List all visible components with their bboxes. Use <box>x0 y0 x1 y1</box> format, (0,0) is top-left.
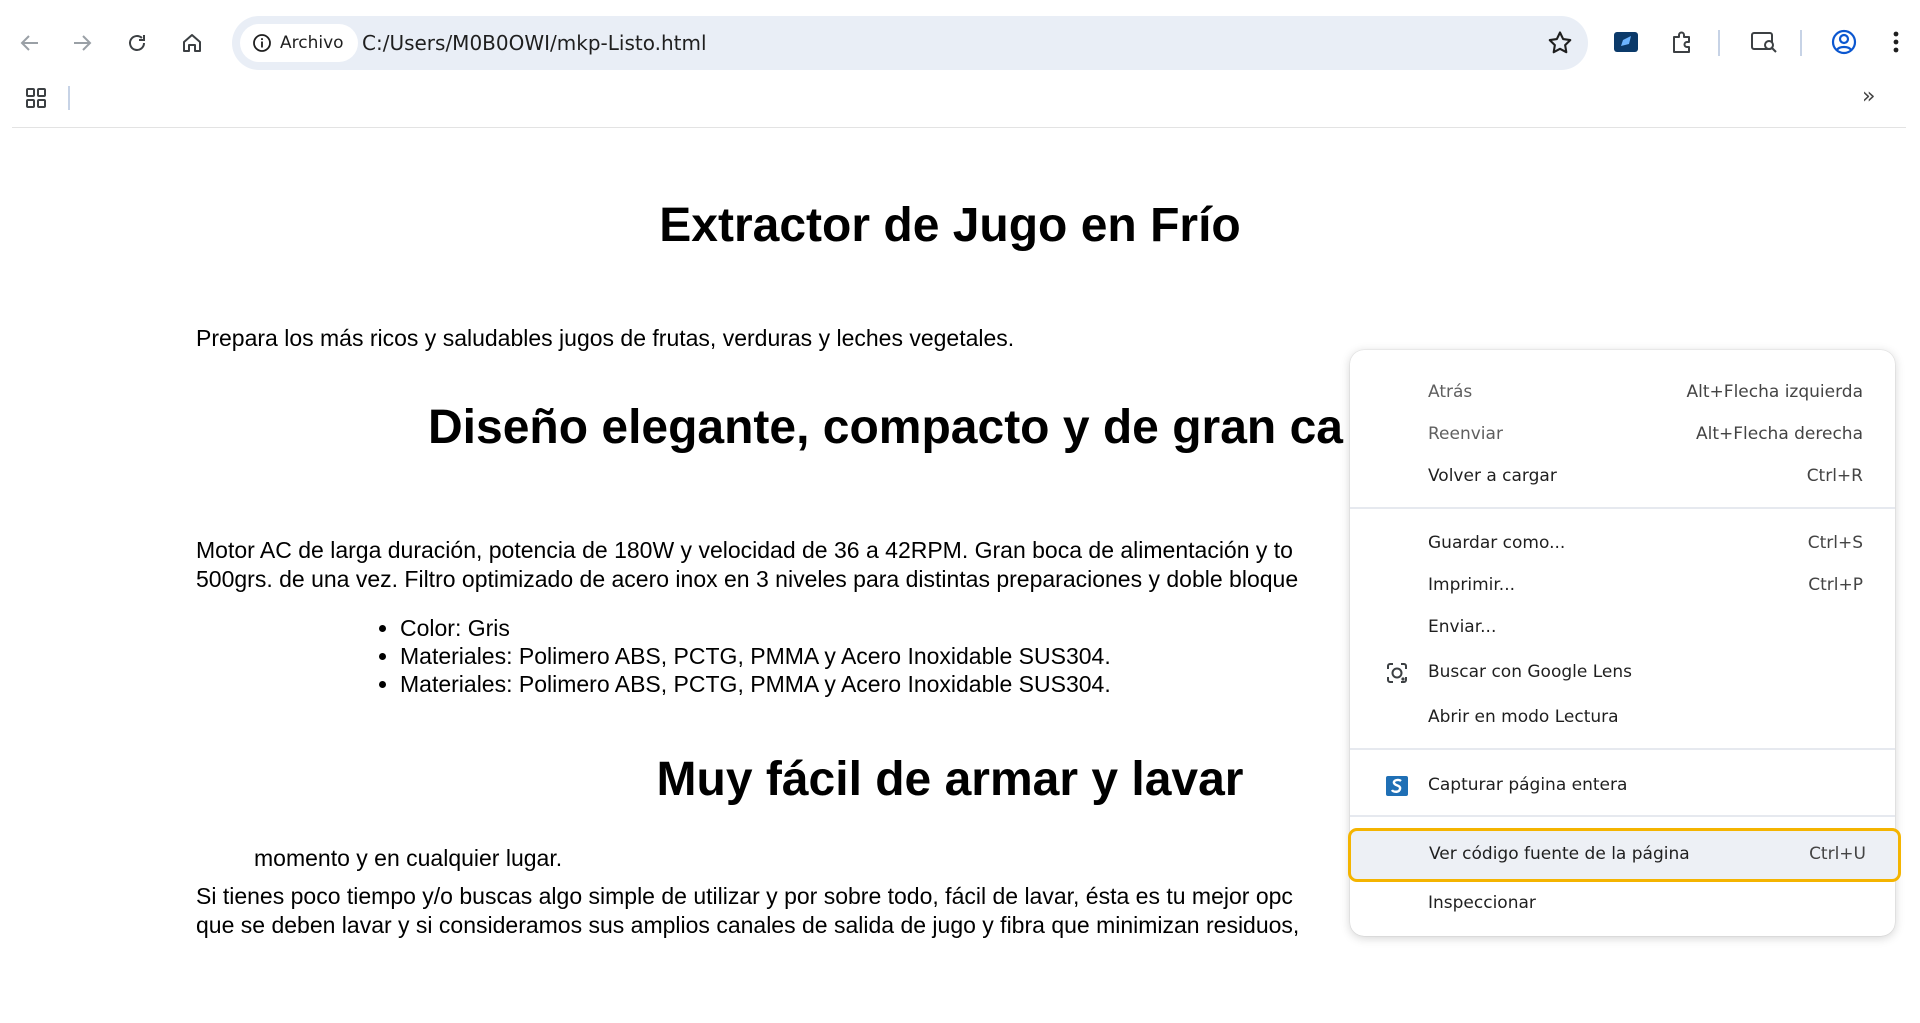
screenshot-extension-icon <box>1386 776 1408 796</box>
toolbar-separator <box>1718 30 1720 56</box>
reload-button[interactable] <box>117 23 157 63</box>
menu-item-label: Imprimir... <box>1428 575 1516 595</box>
menu-separator <box>1350 815 1895 817</box>
motor-paragraph-line-2: 500grs. de una vez. Filtro optimizado de… <box>196 566 1299 592</box>
section-heading-design: Diseño elegante, compacto y de gran ca <box>428 401 1343 454</box>
menu-item-label: Enviar... <box>1428 617 1497 637</box>
menu-item-shortcut: Ctrl+U <box>1809 844 1866 864</box>
menu-item-back[interactable]: Atrás Alt+Flecha izquierda <box>1350 373 1895 413</box>
menu-item-label: Atrás <box>1428 382 1473 402</box>
menu-item-shortcut: Alt+Flecha derecha <box>1695 424 1863 444</box>
menu-item-label: Guardar como... <box>1428 533 1566 553</box>
motor-paragraph-line-1: Motor AC de larga duración, potencia de … <box>196 537 1293 563</box>
menu-item-shortcut: Ctrl+S <box>1807 533 1863 553</box>
menu-item-google-lens[interactable]: Buscar con Google Lens <box>1350 653 1895 693</box>
menu-item-print[interactable]: Imprimir... Ctrl+P <box>1350 566 1895 606</box>
toolbar-separator <box>1800 30 1802 56</box>
menu-item-reading-mode[interactable]: Abrir en modo Lectura <box>1350 698 1895 738</box>
menu-item-shortcut: Ctrl+P <box>1808 575 1863 595</box>
menu-item-send[interactable]: Enviar... <box>1350 608 1895 648</box>
forward-button[interactable] <box>62 23 102 63</box>
feature-item: Materiales: Polimero ABS, PCTG, PMMA y A… <box>400 670 1111 698</box>
arrow-right-icon <box>74 35 92 51</box>
menu-item-save-as[interactable]: Guardar como... Ctrl+S <box>1350 524 1895 564</box>
menu-item-capture-full-page[interactable]: Capturar página entera <box>1350 766 1895 806</box>
closing-paragraph-line-1: Si tienes poco tiempo y/o buscas algo si… <box>196 883 1293 909</box>
profile-icon <box>1831 29 1857 55</box>
bookmark-star-icon[interactable] <box>1546 29 1574 57</box>
menu-item-label: Abrir en modo Lectura <box>1428 707 1619 727</box>
menu-item-label: Inspeccionar <box>1428 893 1536 913</box>
intro-paragraph: Prepara los más ricos y saludables jugos… <box>196 325 1015 351</box>
browser-menu-button[interactable] <box>1876 22 1916 62</box>
menu-item-reload[interactable]: Volver a cargar Ctrl+R <box>1350 457 1895 497</box>
bookmarks-overflow-button[interactable]: » <box>1862 84 1875 109</box>
home-button[interactable] <box>172 23 212 63</box>
menu-separator <box>1350 748 1895 750</box>
profile-button[interactable] <box>1824 22 1864 62</box>
apps-grid-icon[interactable] <box>24 86 48 110</box>
extension-chat-button[interactable] <box>1606 22 1646 62</box>
menu-item-view-source[interactable]: Ver código fuente de la página Ctrl+U <box>1348 828 1901 882</box>
site-info-chip[interactable]: Archivo <box>240 24 358 62</box>
menu-item-label: Reenviar <box>1428 424 1503 444</box>
feature-item: Color: Gris <box>400 614 1111 642</box>
context-menu: Atrás Alt+Flecha izquierda Reenviar Alt+… <box>1348 350 1901 936</box>
extensions-button[interactable] <box>1662 22 1702 62</box>
puzzle-icon <box>1673 31 1690 53</box>
google-lens-icon <box>1387 663 1407 683</box>
tab-search-button[interactable] <box>1744 22 1784 62</box>
kebab-menu-icon <box>1893 31 1899 53</box>
menu-item-label: Buscar con Google Lens <box>1428 662 1632 682</box>
reload-icon <box>129 35 145 51</box>
menu-item-inspect[interactable]: Inspeccionar <box>1350 884 1895 924</box>
site-chip-label: Archivo <box>280 33 344 53</box>
tab-search-icon <box>1751 32 1777 53</box>
page-title: Extractor de Jugo en Frío <box>659 199 1241 252</box>
fragment-text: momento y en cualquier lugar. <box>254 845 563 871</box>
menu-item-label: Ver código fuente de la página <box>1429 844 1690 864</box>
feature-item: Materiales: Polimero ABS, PCTG, PMMA y A… <box>400 642 1111 670</box>
browser-toolbar: Archivo C:/Users/M0B0OWI/mkp-Listo.html <box>0 0 1920 84</box>
info-icon <box>253 34 271 52</box>
address-bar[interactable]: Archivo C:/Users/M0B0OWI/mkp-Listo.html <box>232 16 1588 70</box>
menu-item-shortcut: Alt+Flecha izquierda <box>1686 382 1863 402</box>
home-icon <box>183 34 201 52</box>
menu-item-label: Capturar página entera <box>1428 775 1628 795</box>
back-button[interactable] <box>10 23 50 63</box>
menu-separator <box>1350 507 1895 509</box>
menu-item-forward[interactable]: Reenviar Alt+Flecha derecha <box>1350 415 1895 455</box>
chat-extension-icon <box>1614 32 1638 52</box>
bookmarks-bar <box>0 84 1920 128</box>
arrow-left-icon <box>20 35 38 51</box>
menu-item-shortcut: Ctrl+R <box>1806 466 1863 486</box>
feature-list: Color: Gris Materiales: Polimero ABS, PC… <box>362 614 1111 698</box>
closing-paragraph-line-2: que se deben lavar y si consideramos sus… <box>196 912 1300 938</box>
menu-item-label: Volver a cargar <box>1428 466 1557 486</box>
url-text[interactable]: C:/Users/M0B0OWI/mkp-Listo.html <box>362 16 707 70</box>
bookmarks-separator <box>68 86 70 110</box>
